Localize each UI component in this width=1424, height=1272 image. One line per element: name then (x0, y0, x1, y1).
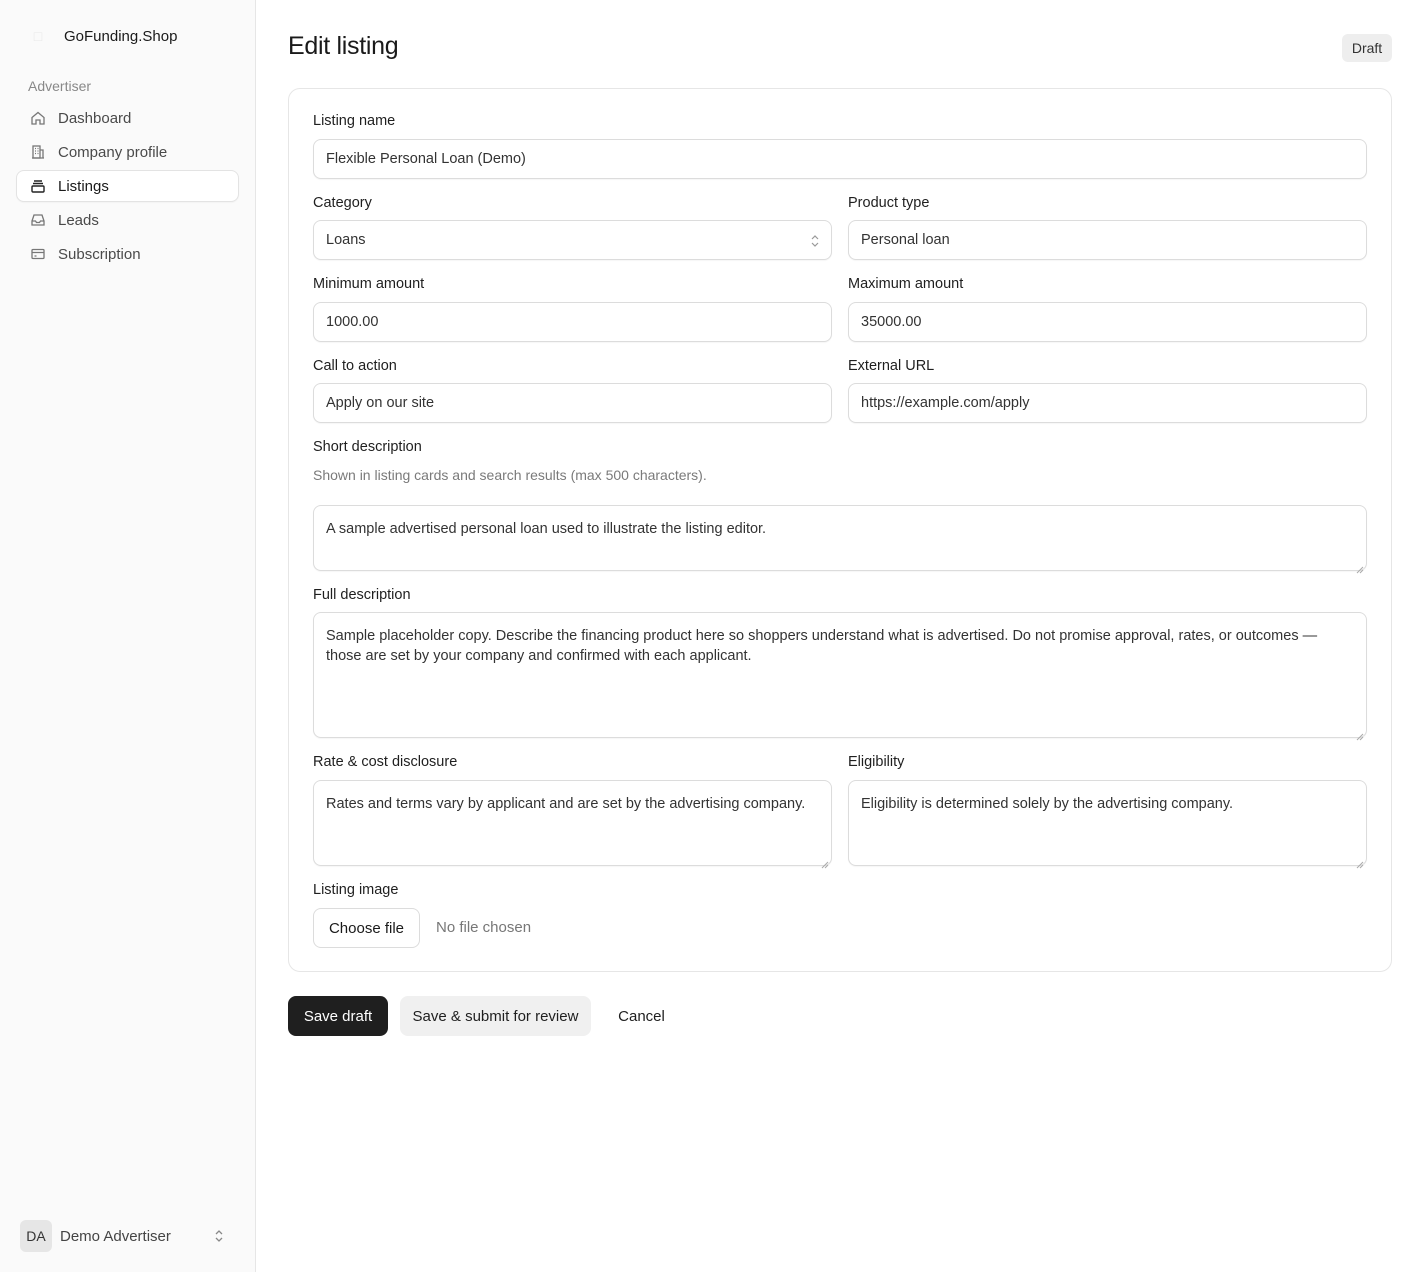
file-status-text: No file chosen (436, 919, 532, 936)
avatar: DA (20, 1220, 52, 1252)
resize-grip-icon[interactable] (1356, 855, 1364, 869)
cancel-button[interactable]: Cancel (603, 996, 680, 1036)
chevrons-up-down-icon (212, 1228, 226, 1244)
product-type-label: Product type (848, 195, 930, 211)
call-to-action-input[interactable]: Apply on our site (313, 383, 832, 423)
resize-grip-icon[interactable] (1356, 560, 1364, 574)
sidebar: □ GoFunding.Shop Advertiser Dashboard Co… (0, 0, 256, 1272)
listing-name-input[interactable]: Flexible Personal Loan (Demo) (313, 139, 1367, 179)
resize-grip-icon[interactable] (821, 855, 829, 869)
listings-icon (30, 178, 46, 194)
category-select[interactable]: Loans (313, 220, 832, 260)
sidebar-item-dashboard[interactable]: Dashboard (16, 102, 239, 134)
home-icon (30, 110, 46, 126)
choose-file-button[interactable]: Choose file (313, 908, 420, 948)
building-icon (30, 144, 46, 160)
external-url-input[interactable]: https://example.com/apply (848, 383, 1367, 423)
sidebar-item-label: Company profile (58, 143, 168, 161)
eligibility-textarea[interactable]: Eligibility is determined solely by the … (848, 780, 1367, 869)
minimum-amount-input[interactable]: 1000.00 (313, 302, 832, 342)
sidebar-item-company-profile[interactable]: Company profile (16, 136, 239, 168)
eligibility-label: Eligibility (848, 754, 905, 770)
minimum-amount-label: Minimum amount (313, 276, 425, 292)
resize-grip-icon[interactable] (1356, 727, 1364, 741)
short-description-label: Short description (313, 439, 422, 455)
eligibility-text: Eligibility is determined solely by the … (861, 796, 1234, 812)
category-select-value: Loans (326, 232, 366, 248)
user-menu[interactable]: DA Demo Advertiser (20, 1220, 232, 1252)
sidebar-section-label: Advertiser (28, 78, 92, 94)
page-title: Edit listing (288, 32, 399, 60)
listing-name-label: Listing name (313, 113, 396, 129)
short-description-textarea[interactable]: A sample advertised personal loan used t… (313, 505, 1367, 574)
full-description-textarea[interactable]: Sample placeholder copy. Describe the fi… (313, 612, 1367, 741)
save-draft-button[interactable]: Save draft (288, 996, 388, 1036)
sidebar-item-subscription[interactable]: Subscription (16, 238, 239, 270)
call-to-action-label: Call to action (313, 358, 397, 374)
submit-review-button[interactable]: Save & submit for review (400, 996, 591, 1036)
maximum-amount-input[interactable]: 35000.00 (848, 302, 1367, 342)
rate-disclosure-textarea[interactable]: Rates and terms vary by applicant and ar… (313, 780, 832, 869)
brand[interactable]: □ GoFunding.Shop (28, 24, 178, 48)
full-description-text: Sample placeholder copy. Describe the fi… (326, 628, 1318, 664)
sidebar-item-label: Dashboard (58, 109, 132, 127)
sidebar-item-label: Listings (58, 177, 109, 195)
sidebar-item-leads[interactable]: Leads (16, 204, 239, 236)
user-name: Demo Advertiser (60, 1227, 171, 1245)
short-description-text: A sample advertised personal loan used t… (326, 521, 767, 537)
brand-name: GoFunding.Shop (64, 27, 178, 45)
status-badge: Draft (1342, 34, 1392, 62)
sidebar-item-listings[interactable]: Listings (16, 170, 239, 202)
rate-disclosure-text: Rates and terms vary by applicant and ar… (326, 796, 806, 812)
chevrons-up-down-icon (809, 233, 821, 249)
rate-disclosure-label: Rate & cost disclosure (313, 754, 458, 770)
credit-card-icon (30, 246, 46, 262)
sidebar-item-label: Leads (58, 211, 99, 229)
maximum-amount-label: Maximum amount (848, 276, 964, 292)
short-description-hint: Shown in listing cards and search result… (313, 467, 707, 483)
listing-image-label: Listing image (313, 882, 399, 898)
brand-logo-icon: □ (33, 28, 43, 44)
full-description-label: Full description (313, 587, 411, 603)
product-type-input[interactable]: Personal loan (848, 220, 1367, 260)
listing-form-card: Listing name Flexible Personal Loan (Dem… (288, 88, 1392, 972)
inbox-icon (30, 212, 46, 228)
sidebar-nav: Dashboard Company profile Listings Leads… (16, 102, 239, 272)
category-label: Category (313, 195, 372, 211)
external-url-label: External URL (848, 358, 935, 374)
sidebar-item-label: Subscription (58, 245, 141, 263)
